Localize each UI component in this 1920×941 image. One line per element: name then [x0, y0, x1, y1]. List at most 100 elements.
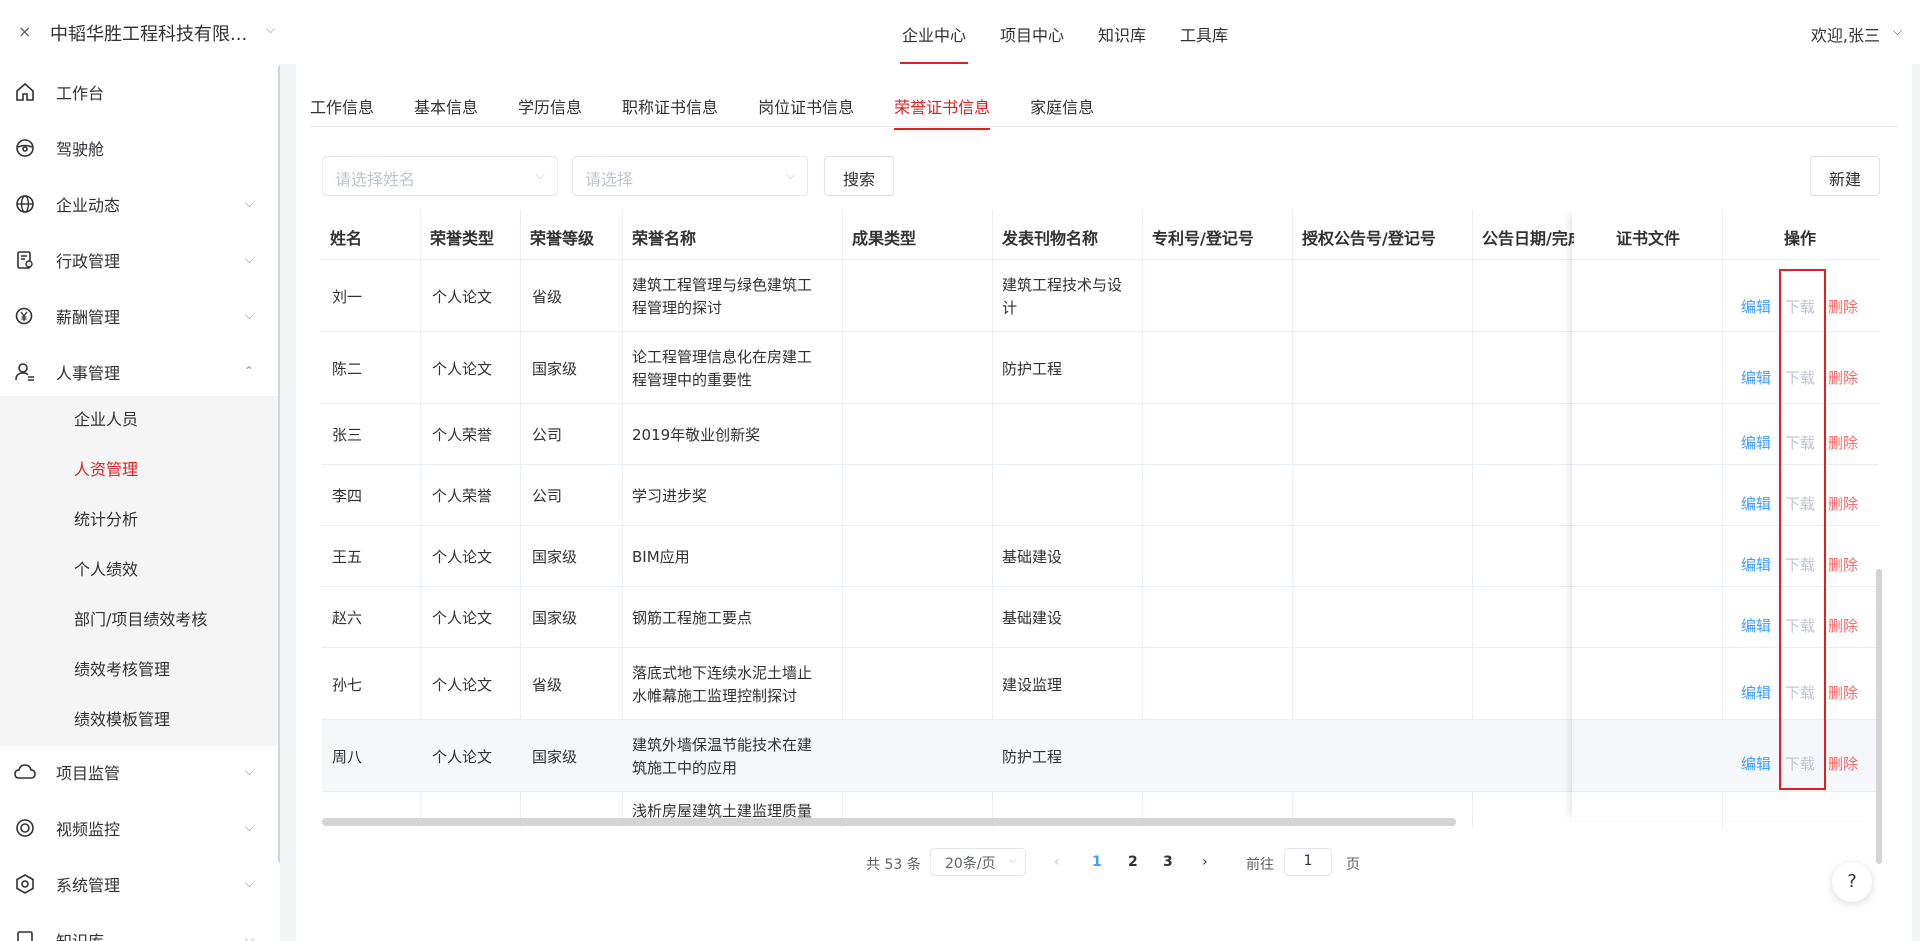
tab-work-info[interactable]: 工作信息 [310, 94, 374, 128]
help-button[interactable]: ? [1832, 862, 1872, 902]
edit-link[interactable]: 编辑 [1741, 615, 1771, 636]
tab-education-info[interactable]: 学历信息 [518, 94, 582, 128]
tab-title-certificate[interactable]: 职称证书信息 [622, 94, 718, 128]
document-settings-icon [14, 249, 36, 271]
cell-type: 个人荣誉 [432, 487, 493, 505]
sidebar-subitem-template-management[interactable]: 绩效模板管理 [74, 706, 170, 730]
top-bar: × 中韬华胜工程科技有限... ⌵ 企业中心 项目中心 知识库 工具库 欢迎,张… [0, 0, 1920, 64]
book-icon [14, 929, 36, 941]
sidebar-item-project-supervision[interactable]: 项目监管 ⌵ [0, 744, 270, 800]
page-3[interactable]: 3 [1163, 854, 1173, 870]
sidebar-scrollbar[interactable] [278, 64, 280, 864]
yen-icon [14, 305, 36, 327]
sidebar-item-salary[interactable]: 薪酬管理 ⌵ [0, 288, 270, 344]
delete-link[interactable]: 删除 [1828, 493, 1858, 514]
edit-link[interactable]: 编辑 [1741, 367, 1771, 388]
name-select[interactable]: 请选择姓名 ⌵ [322, 156, 558, 196]
goto-page-input[interactable]: 1 [1284, 848, 1332, 876]
column-header[interactable]: 荣誉名称 [632, 225, 696, 249]
delete-link[interactable]: 删除 [1828, 753, 1858, 774]
chevron-down-icon: ⌵ [244, 932, 254, 941]
cell-journal: 计 [1002, 299, 1018, 317]
chevron-down-icon: ⌵ [785, 168, 795, 182]
tabs-divider [310, 126, 1898, 127]
column-header[interactable]: 成果类型 [852, 225, 916, 249]
column-header[interactable]: 专利号/登记号 [1152, 225, 1254, 249]
cell-level: 国家级 [532, 609, 578, 627]
nav-knowledge-base[interactable]: 知识库 [1086, 0, 1158, 64]
sidebar-subitem-dept-assessment[interactable]: 部门/项目绩效考核 [74, 606, 207, 630]
column-header[interactable]: 荣誉类型 [430, 225, 494, 249]
tab-post-certificate[interactable]: 岗位证书信息 [758, 94, 854, 128]
user-welcome[interactable]: 欢迎,张三 [1811, 22, 1880, 46]
cell-type: 个人论文 [432, 609, 493, 627]
table-vertical-scrollbar[interactable] [1876, 569, 1882, 864]
type-select[interactable]: 请选择 ⌵ [572, 156, 808, 196]
sidebar-item-administration[interactable]: 行政管理 ⌵ [0, 232, 270, 288]
info-tabs: 工作信息 基本信息 学历信息 职称证书信息 岗位证书信息 荣誉证书信息 家庭信息 [310, 94, 1134, 130]
chevron-down-icon[interactable]: ⌵ [1893, 24, 1902, 39]
delete-link[interactable]: 删除 [1828, 296, 1858, 317]
sidebar-item-system-management[interactable]: 系统管理 ⌵ [0, 856, 270, 912]
chevron-down-icon: ⌵ [244, 252, 254, 266]
sidebar-item-enterprise-news[interactable]: 企业动态 ⌵ [0, 176, 270, 232]
delete-link[interactable]: 删除 [1828, 615, 1858, 636]
edit-link[interactable]: 编辑 [1741, 682, 1771, 703]
sidebar-item-label: 行政管理 [56, 252, 121, 271]
page-2[interactable]: 2 [1128, 854, 1138, 870]
cell-name: 刘一 [332, 288, 363, 306]
delete-link[interactable]: 删除 [1828, 554, 1858, 575]
column-header[interactable]: 姓名 [330, 225, 362, 249]
tab-honor-certificate[interactable]: 荣誉证书信息 [894, 94, 991, 130]
prev-page-icon[interactable]: ‹ [1054, 854, 1060, 870]
chevron-down-icon[interactable]: ⌵ [266, 22, 275, 37]
search-button[interactable]: 搜索 [824, 156, 895, 196]
edit-link[interactable]: 编辑 [1741, 296, 1771, 317]
next-page-icon[interactable]: › [1202, 854, 1208, 870]
sidebar-subitem-staff[interactable]: 企业人员 [74, 406, 138, 430]
sidebar-item-video-monitoring[interactable]: 视频监控 ⌵ [0, 800, 270, 856]
sidebar-item-label: 项目监管 [56, 764, 121, 783]
sidebar-item-workbench[interactable]: 工作台 [0, 64, 270, 120]
cell-journal: 基础建设 [1002, 609, 1063, 627]
column-header[interactable]: 授权公告号/登记号 [1302, 225, 1436, 249]
edit-link[interactable]: 编辑 [1741, 493, 1771, 514]
cell-title: 建筑工程管理与绿色建筑工 [632, 276, 813, 294]
nav-project-center[interactable]: 项目中心 [988, 0, 1076, 64]
column-header[interactable]: 发表刊物名称 [1002, 225, 1098, 249]
company-name[interactable]: 中韬华胜工程科技有限... [50, 20, 247, 46]
tab-basic-info[interactable]: 基本信息 [414, 94, 478, 128]
delete-link[interactable]: 删除 [1828, 432, 1858, 453]
cell-title: BIM应用 [632, 548, 690, 566]
chevron-down-icon: ⌵ [244, 308, 254, 322]
sidebar-subitem-hr-management[interactable]: 人资管理 [74, 456, 138, 480]
camera-icon [14, 817, 36, 839]
column-header[interactable]: 荣誉等级 [530, 225, 594, 249]
page-size-select[interactable]: 20条/页 ⌵ [930, 848, 1026, 876]
pagination-total: 共 53 条 [866, 857, 921, 873]
page-1[interactable]: 1 [1092, 854, 1102, 870]
edit-link[interactable]: 编辑 [1741, 432, 1771, 453]
sidebar-item-knowledge[interactable]: 知识库 ⌵ [0, 912, 270, 941]
delete-link[interactable]: 删除 [1828, 682, 1858, 703]
edit-link[interactable]: 编辑 [1741, 554, 1771, 575]
table-horizontal-scrollbar[interactable] [322, 818, 1456, 826]
nav-enterprise-center[interactable]: 企业中心 [890, 0, 978, 64]
sidebar-subitem-assessment-management[interactable]: 绩效考核管理 [74, 656, 170, 680]
nav-toolbox[interactable]: 工具库 [1168, 0, 1240, 64]
cell-title: 2019年敬业创新奖 [632, 426, 761, 444]
close-icon[interactable]: × [18, 22, 31, 41]
chevron-down-icon: ⌵ [1008, 853, 1017, 866]
cell-journal: 防护工程 [1002, 748, 1063, 766]
cell-level: 国家级 [532, 360, 578, 378]
new-button[interactable]: 新建 [1810, 156, 1881, 196]
edit-link[interactable]: 编辑 [1741, 753, 1771, 774]
tab-family-info[interactable]: 家庭信息 [1030, 94, 1094, 128]
sidebar-item-hr[interactable]: 人事管理 ⌃ [0, 344, 270, 400]
delete-link[interactable]: 删除 [1828, 367, 1858, 388]
sidebar-subitem-statistics[interactable]: 统计分析 [74, 506, 138, 530]
sidebar-item-cockpit[interactable]: 驾驶舱 [0, 120, 270, 176]
column-header[interactable]: 公告日期/完成 [1482, 225, 1574, 249]
sidebar-subitem-personal-performance[interactable]: 个人绩效 [74, 556, 138, 580]
cell-name: 李四 [332, 487, 363, 505]
